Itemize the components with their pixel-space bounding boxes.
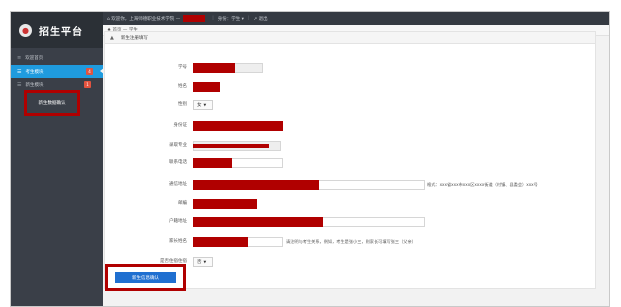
collapse-icon[interactable]: ▲ xyxy=(110,35,114,41)
chevron-down-icon: ▼ xyxy=(203,103,207,107)
label-name: 姓名 xyxy=(178,84,187,89)
redacted-id-card xyxy=(193,121,283,131)
label-major: 录取专业 xyxy=(169,143,187,148)
label-household: 户籍地址 xyxy=(169,219,187,224)
badge: 4 xyxy=(86,68,93,75)
sidebar: ● 招生平台 ≡ 欢迎首页 ☰ 考生模块 4 ☰ 新生模块 1 新生数据确认 xyxy=(11,12,104,306)
label-postcode: 邮编 xyxy=(178,201,187,206)
sidebar-item-label: 欢迎首页 xyxy=(25,55,44,61)
redacted-postcode xyxy=(193,199,257,209)
list-icon: ☰ xyxy=(17,68,22,75)
brand: ● 招生平台 xyxy=(11,12,103,48)
sidebar-item-welcome[interactable]: ≡ 欢迎首页 xyxy=(11,51,103,64)
logo-icon: ● xyxy=(19,23,32,37)
label-phone: 联系电话 xyxy=(169,160,187,165)
row-student-id: 学号 xyxy=(105,62,597,74)
badge: 1 xyxy=(84,81,91,88)
sidebar-item-label: 考生模块 xyxy=(25,69,44,75)
sidebar-item-examinee[interactable]: ☰ 考生模块 4 xyxy=(11,65,104,78)
row-name: 姓名 xyxy=(105,81,597,93)
redacted-guardian xyxy=(193,237,248,247)
label-id-card: 身份证 xyxy=(173,123,188,128)
chevron-down-icon: ▼ xyxy=(203,260,207,264)
redacted-household xyxy=(193,217,323,227)
redacted-address xyxy=(193,180,319,190)
registration-panel: ▲ 新生注册填写 学号 姓名 性别 女 ▼ 身份证 录取专业 联系电话 通信地址… xyxy=(104,31,596,289)
panel-header[interactable]: ▲ 新生注册填写 xyxy=(105,32,595,44)
row-gender: 性别 女 ▼ xyxy=(105,99,597,111)
list-icon: ☰ xyxy=(17,81,22,88)
gender-select[interactable]: 女 ▼ xyxy=(193,100,213,110)
row-postcode: 邮编 xyxy=(105,198,597,210)
redacted-phone xyxy=(193,158,232,168)
welcome-text: ⌂ 欢迎你，上海师德职业技术学院 — xyxy=(107,16,181,22)
label-address: 通信地址 xyxy=(169,182,187,187)
row-guardian: 家长姓名 请注明与考生关系，例如，考生是张小三，则家长可填写张三（父亲） xyxy=(105,236,597,248)
label-guardian: 家长姓名 xyxy=(169,239,187,244)
role-menu[interactable]: 身份：学生 ▾ xyxy=(218,16,244,22)
redacted-major xyxy=(193,144,269,148)
topbar: ⌂ 欢迎你，上海师德职业技术学院 — | 身份：学生 ▾ | ↗ 退出 xyxy=(103,12,609,25)
label-student-id: 学号 xyxy=(178,65,187,70)
logout-link[interactable]: ↗ 退出 xyxy=(253,16,267,22)
row-id-card: 身份证 xyxy=(105,120,597,132)
dorm-select[interactable]: 否 ▼ xyxy=(193,257,213,267)
sidebar-item-label: 新生模块 xyxy=(25,82,44,88)
home-icon: ≡ xyxy=(17,54,22,61)
brand-title: 招生平台 xyxy=(39,26,83,38)
submit-highlight: 新生信息确认 xyxy=(105,264,186,291)
row-household: 户籍地址 xyxy=(105,216,597,228)
row-major: 录取专业 xyxy=(105,140,597,152)
redacted-username xyxy=(183,15,206,22)
dorm-value: 否 xyxy=(197,260,202,265)
guardian-hint: 请注明与考生关系，例如，考生是张小三，则家长可填写张三（父亲） xyxy=(286,239,416,244)
redacted-name xyxy=(193,82,220,92)
row-address: 通信地址 格式：xxx省xxx市xxx区xxxx街道（村镇、县委会）xxx号 xyxy=(105,179,597,191)
row-phone: 联系电话 xyxy=(105,157,597,169)
address-hint: 格式：xxx省xxx市xxx区xxxx街道（村镇、县委会）xxx号 xyxy=(427,182,538,187)
redacted-student-id xyxy=(193,63,235,73)
gender-value: 女 xyxy=(197,103,202,108)
sidebar-subitem-freshman-confirm[interactable]: 新生数据确认 xyxy=(24,90,80,116)
panel-title: 新生注册填写 xyxy=(120,35,148,41)
label-gender: 性别 xyxy=(178,102,187,107)
confirm-button[interactable]: 新生信息确认 xyxy=(115,272,176,283)
